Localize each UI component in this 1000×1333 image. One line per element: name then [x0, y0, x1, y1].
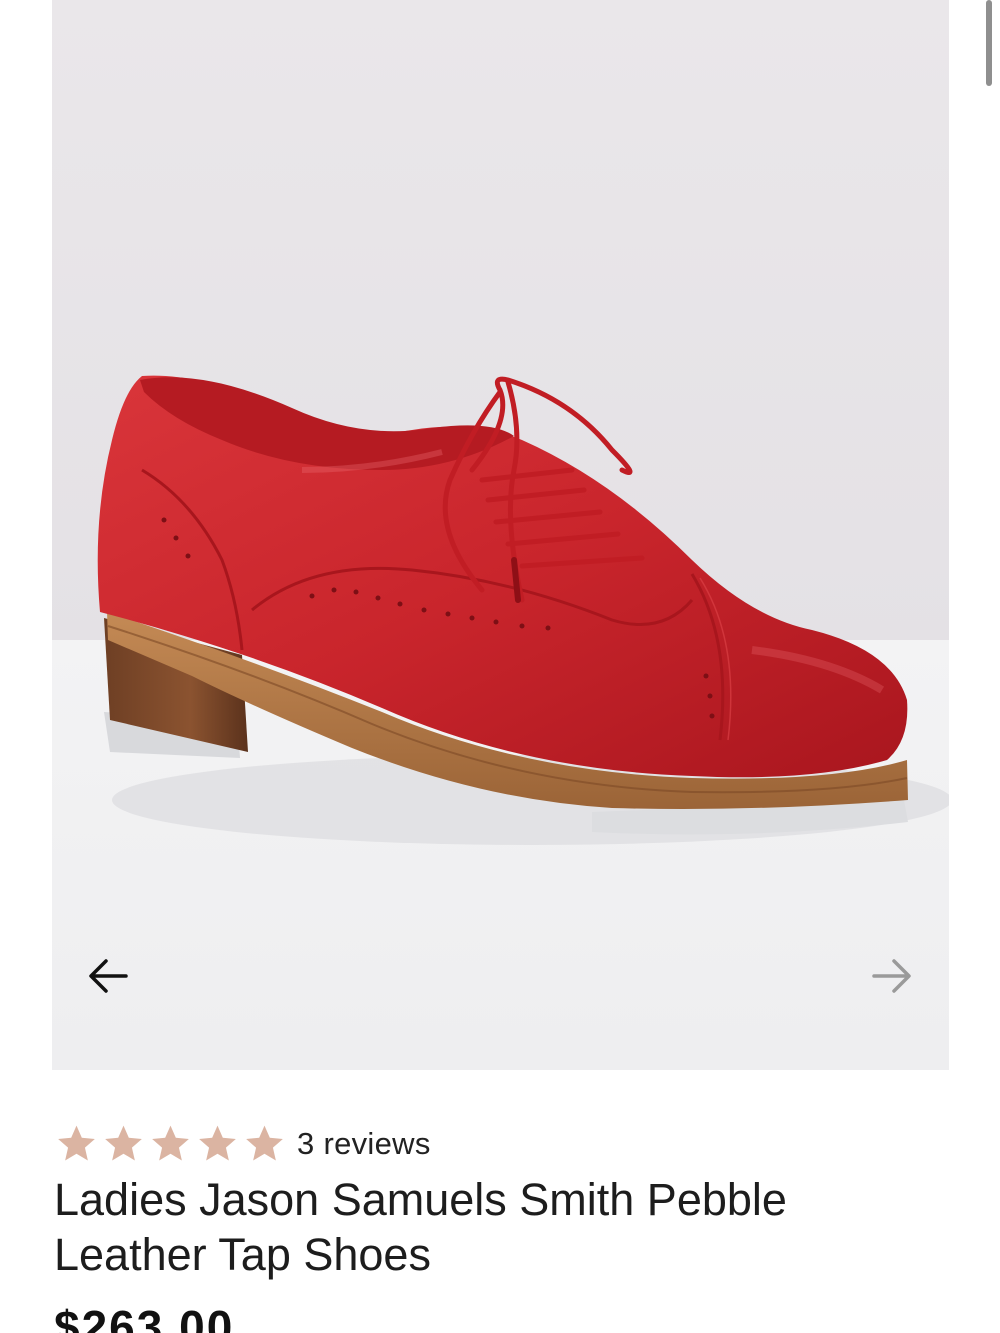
arrow-left-icon: [89, 959, 128, 993]
next-image-button[interactable]: [860, 944, 924, 1008]
scrollbar[interactable]: [986, 0, 992, 86]
star-rating: [54, 1122, 287, 1166]
star-icon: [246, 1125, 283, 1161]
product-title: Ladies Jason Samuels Smith Pebble Leathe…: [54, 1174, 787, 1280]
rating-row[interactable]: 3 reviews: [54, 1118, 954, 1170]
arrow-right-icon: [872, 959, 911, 993]
star-icon: [199, 1125, 236, 1161]
star-icon: [58, 1125, 95, 1161]
product-image: [52, 0, 949, 1070]
star-icon: [105, 1125, 142, 1161]
product-info: 3 reviews Ladies Jason Samuels Smith Peb…: [54, 1118, 954, 1282]
star-icon: [152, 1125, 189, 1161]
product-price: $263.00: [54, 1301, 235, 1333]
previous-image-button[interactable]: [76, 944, 140, 1008]
reviews-link[interactable]: 3 reviews: [297, 1126, 431, 1162]
product-page: 3 reviews Ladies Jason Samuels Smith Peb…: [0, 0, 1000, 1333]
product-image-gallery[interactable]: [52, 0, 949, 1070]
